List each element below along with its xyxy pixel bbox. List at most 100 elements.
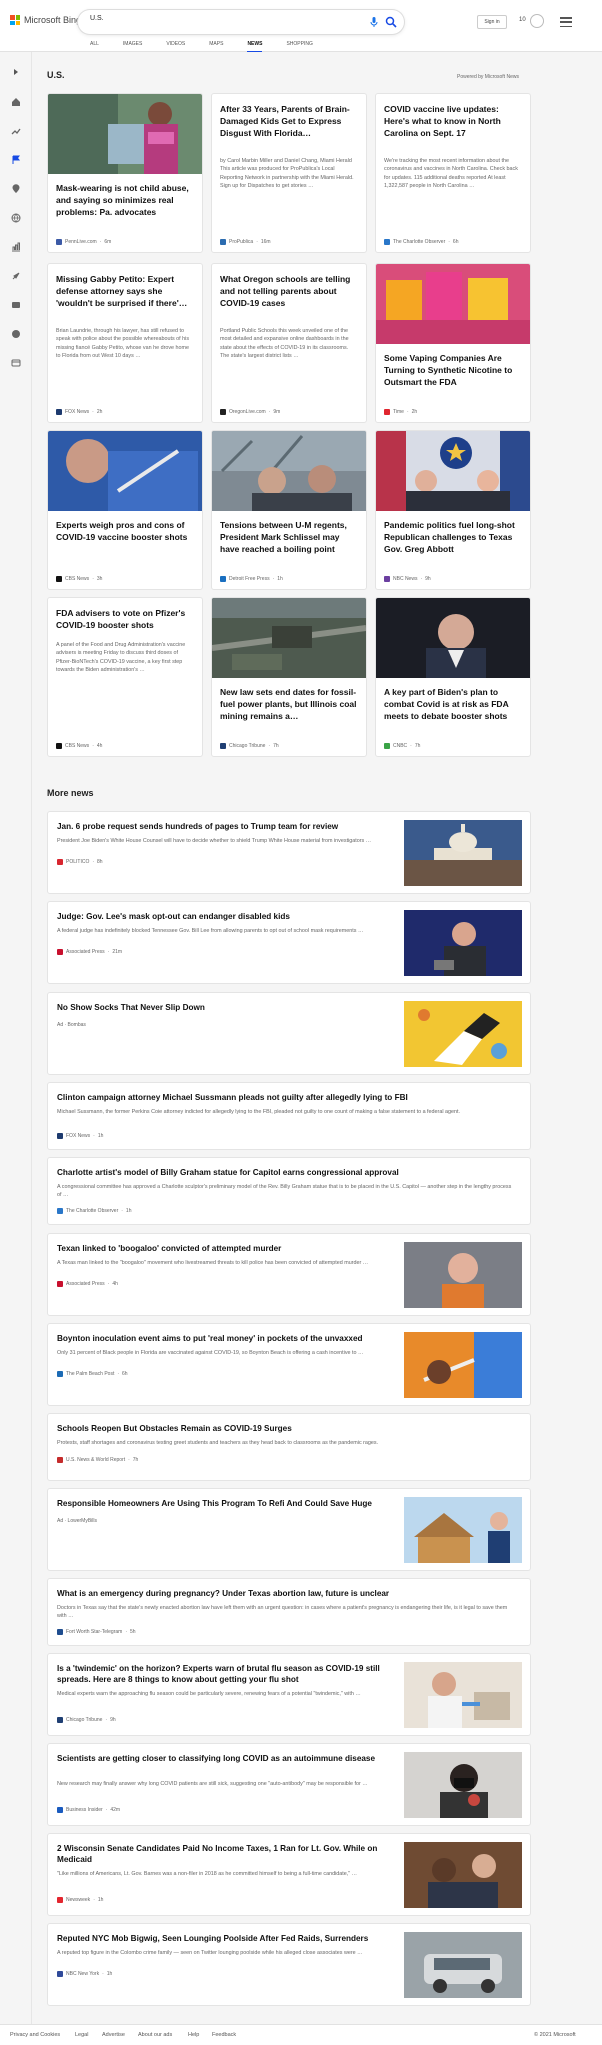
tab-shopping[interactable]: SHOPPING [286, 41, 312, 50]
tab-news[interactable]: NEWS [247, 41, 263, 52]
expand-arrow-icon[interactable] [11, 67, 21, 77]
news-list-item[interactable]: Judge: Gov. Lee's mask opt-out can endan… [47, 901, 531, 984]
news-card[interactable]: Pandemic politics fuel long-shot Republi… [375, 430, 531, 590]
item-thumbnail [404, 1242, 522, 1308]
home-icon[interactable] [11, 97, 21, 107]
search-box[interactable] [78, 10, 404, 34]
tab-images[interactable]: IMAGES [123, 41, 142, 50]
item-title[interactable]: Scientists are getting closer to classif… [57, 1753, 397, 1764]
news-list-item[interactable]: 2 Wisconsin Senate Candidates Paid No In… [47, 1833, 531, 1916]
us-flag-icon[interactable] [11, 155, 21, 165]
item-title[interactable]: 2 Wisconsin Senate Candidates Paid No In… [57, 1843, 397, 1865]
hamburger-menu-icon[interactable] [560, 17, 572, 27]
footer-link-feedback[interactable]: Feedback [212, 2032, 236, 2038]
card-image [376, 431, 530, 511]
tab-videos[interactable]: VIDEOS [166, 41, 185, 50]
news-card[interactable]: What Oregon schools are telling and not … [211, 263, 367, 423]
rewards-trophy-icon[interactable] [530, 14, 544, 28]
source-logo-icon [220, 409, 226, 415]
card-title[interactable]: Tensions between U-M regents, President … [220, 519, 358, 555]
item-thumbnail [404, 1001, 522, 1067]
card-source: ProPublica · 16m [220, 239, 271, 245]
item-title[interactable]: Responsible Homeowners Are Using This Pr… [57, 1498, 397, 1509]
item-thumbnail [404, 1332, 522, 1398]
tab-all[interactable]: ALL [90, 41, 99, 50]
item-title[interactable]: Boynton inoculation event aims to put 'r… [57, 1333, 397, 1344]
news-list-item[interactable]: Clinton campaign attorney Michael Sussma… [47, 1082, 531, 1150]
item-thumbnail [404, 1752, 522, 1818]
trending-icon[interactable] [11, 126, 21, 136]
item-title[interactable]: No Show Socks That Never Slip Down [57, 1002, 397, 1013]
entertainment-icon[interactable] [11, 300, 21, 310]
tab-maps[interactable]: MAPS [209, 41, 223, 50]
news-card[interactable]: Tensions between U-M regents, President … [211, 430, 367, 590]
item-title[interactable]: Is a 'twindemic' on the horizon? Experts… [57, 1663, 397, 1685]
item-title[interactable]: Charlotte artist's model of Billy Graham… [57, 1167, 517, 1178]
news-list-item[interactable]: Boynton inoculation event aims to put 'r… [47, 1323, 531, 1406]
footer-link-help[interactable]: Help [188, 2032, 199, 2038]
card-title[interactable]: New law sets end dates for fossil-fuel p… [220, 686, 358, 722]
card-title[interactable]: COVID vaccine live updates: Here's what … [384, 103, 522, 139]
footer-link-advertise[interactable]: Advertise [102, 2032, 125, 2038]
card-title[interactable]: Missing Gabby Petito: Expert defense att… [56, 273, 194, 309]
card-title[interactable]: Experts weigh pros and cons of COVID-19 … [56, 519, 194, 543]
card-title[interactable]: Pandemic politics fuel long-shot Republi… [384, 519, 522, 555]
news-card[interactable]: Mask-wearing is not child abuse, and say… [47, 93, 203, 253]
news-card[interactable]: COVID vaccine live updates: Here's what … [375, 93, 531, 253]
sign-in-button[interactable]: Sign in [477, 15, 507, 29]
news-card[interactable]: A key part of Biden's plan to combat Cov… [375, 597, 531, 757]
footer-link-about-ads[interactable]: About our ads [138, 2032, 172, 2038]
bing-logo[interactable]: Microsoft Bing [10, 15, 81, 25]
science-rocket-icon[interactable] [11, 271, 21, 281]
news-list-item[interactable]: Jan. 6 probe request sends hundreds of p… [47, 811, 531, 894]
card-title[interactable]: A key part of Biden's plan to combat Cov… [384, 686, 522, 722]
item-title[interactable]: Texan linked to 'boogaloo' convicted of … [57, 1243, 397, 1254]
news-list-item[interactable]: What is an emergency during pregnancy? U… [47, 1578, 531, 1646]
card-image [212, 598, 366, 678]
item-source: U.S. News & World Report · 7h [57, 1457, 138, 1463]
item-source: Associated Press · 21m [57, 949, 122, 955]
location-pin-icon[interactable] [11, 184, 21, 194]
card-snippet: by Carol Marbin Miller and Daniel Chang,… [220, 158, 354, 190]
news-list-item[interactable]: Charlotte artist's model of Billy Graham… [47, 1157, 531, 1225]
card-title[interactable]: Mask-wearing is not child abuse, and say… [56, 182, 194, 218]
card-title[interactable]: What Oregon schools are telling and not … [220, 273, 358, 309]
news-list-item[interactable]: Texan linked to 'boogaloo' convicted of … [47, 1233, 531, 1316]
business-chart-icon[interactable] [11, 242, 21, 252]
search-input[interactable] [90, 15, 360, 22]
more-categories-icon[interactable] [11, 358, 21, 368]
microphone-icon[interactable] [368, 16, 380, 28]
ad-source: Ad · Bombas [57, 1022, 86, 1028]
card-title[interactable]: After 33 Years, Parents of Brain-Damaged… [220, 103, 358, 139]
card-source: FOX News · 2h [56, 409, 102, 415]
footer-link-legal[interactable]: Legal [75, 2032, 88, 2038]
news-card[interactable]: Experts weigh pros and cons of COVID-19 … [47, 430, 203, 590]
news-card[interactable]: Missing Gabby Petito: Expert defense att… [47, 263, 203, 423]
item-title[interactable]: Clinton campaign attorney Michael Sussma… [57, 1092, 517, 1103]
card-image [376, 598, 530, 678]
card-title[interactable]: Some Vaping Companies Are Turning to Syn… [384, 352, 522, 388]
item-title[interactable]: Jan. 6 probe request sends hundreds of p… [57, 821, 397, 832]
item-title[interactable]: Schools Reopen But Obstacles Remain as C… [57, 1423, 517, 1434]
news-list-item[interactable]: Reputed NYC Mob Bigwig, Seen Lounging Po… [47, 1923, 531, 2006]
news-card[interactable]: FDA advisers to vote on Pfizer's COVID-1… [47, 597, 203, 757]
news-card[interactable]: New law sets end dates for fossil-fuel p… [211, 597, 367, 757]
item-source: Newsweek · 1h [57, 1897, 103, 1903]
news-list-item[interactable]: Scientists are getting closer to classif… [47, 1743, 531, 1826]
globe-icon[interactable] [11, 213, 21, 223]
news-card[interactable]: Some Vaping Companies Are Turning to Syn… [375, 263, 531, 423]
item-snippet: New research may finally answer why long… [57, 1781, 368, 1787]
sports-icon[interactable] [11, 329, 21, 339]
news-card[interactable]: After 33 Years, Parents of Brain-Damaged… [211, 93, 367, 253]
card-title[interactable]: FDA advisers to vote on Pfizer's COVID-1… [56, 607, 194, 631]
item-title[interactable]: What is an emergency during pregnancy? U… [57, 1588, 517, 1599]
news-list-item[interactable]: Is a 'twindemic' on the horizon? Experts… [47, 1653, 531, 1736]
ad-list-item[interactable]: No Show Socks That Never Slip Down Ad · … [47, 992, 531, 1075]
ad-list-item[interactable]: Responsible Homeowners Are Using This Pr… [47, 1488, 531, 1571]
item-title[interactable]: Reputed NYC Mob Bigwig, Seen Lounging Po… [57, 1933, 397, 1944]
card-image [376, 264, 530, 344]
news-list-item[interactable]: Schools Reopen But Obstacles Remain as C… [47, 1413, 531, 1481]
search-icon[interactable] [385, 16, 397, 28]
item-title[interactable]: Judge: Gov. Lee's mask opt-out can endan… [57, 911, 397, 922]
footer-link-privacy[interactable]: Privacy and Cookies [10, 2032, 60, 2038]
